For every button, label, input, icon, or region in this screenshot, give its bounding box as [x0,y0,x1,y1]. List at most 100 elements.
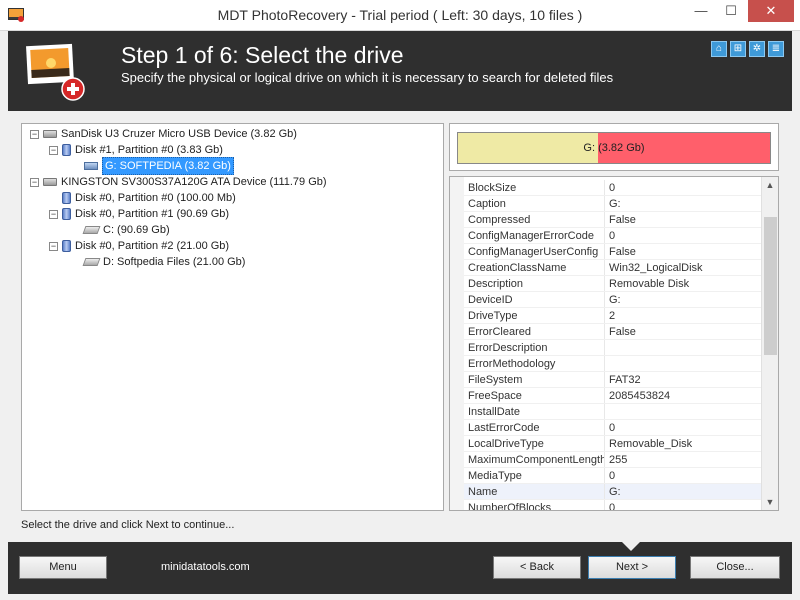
volume-icon [82,258,101,266]
scroll-up-icon[interactable]: ▲ [762,177,778,193]
scroll-thumb[interactable] [764,217,777,355]
table-row[interactable]: NumberOfBlocks 0 [464,500,761,511]
table-row[interactable]: MediaType 0 [464,468,761,484]
table-row[interactable]: Name G: [464,484,761,500]
collapse-icon[interactable]: − [49,209,58,219]
property-value [605,404,761,419]
tree-node-kingston[interactable]: − KINGSTON SV300S37A120G ATA Device (111… [30,174,327,190]
table-row[interactable]: FileSystem FAT32 [464,372,761,388]
property-value: 2 [609,310,616,322]
grid-gutter [450,177,464,510]
tree-node-drive-g[interactable]: G: SOFTPEDIA (3.82 Gb) [84,157,234,175]
tree-node-disk1-part0[interactable]: − Disk #1, Partition #0 (3.83 Gb) [49,142,223,158]
tree-node-label: KINGSTON SV300S37A120G ATA Device (111.7… [61,176,327,188]
property-value: FAT32 [609,374,641,386]
property-value: 0 [609,422,616,434]
tree-node-label: Disk #0, Partition #2 (21.00 Gb) [75,240,230,252]
property-name: ErrorCleared [464,324,605,339]
disk-icon [62,144,71,156]
property-value: 2085453824 [609,390,671,402]
window-title: MDT PhotoRecovery - Trial period ( Left:… [217,7,583,23]
property-value: Removable_Disk [609,438,693,450]
tree-node-label: Disk #1, Partition #0 (3.83 Gb) [75,144,223,156]
property-value: G: [609,486,621,498]
table-row[interactable]: LocalDriveType Removable_Disk [464,436,761,452]
property-value: False [609,214,636,226]
collapse-icon[interactable]: − [49,145,58,155]
wizard-header: Step 1 of 6: Select the drive Specify th… [8,31,792,111]
tree-node-label: G: SOFTPEDIA (3.82 Gb) [102,157,234,175]
property-value: 0 [609,182,616,194]
property-value: G: [609,198,621,210]
table-row[interactable]: BlockSize 0 [464,180,761,196]
property-name: Caption [464,196,605,211]
title-bar: MDT PhotoRecovery - Trial period ( Left:… [0,0,800,31]
next-button[interactable]: Next > [588,556,676,579]
menu-button[interactable]: Menu [19,556,107,579]
drive-usage-bar: G: (3.82 Gb) [457,132,771,164]
table-row[interactable]: LastErrorCode 0 [464,420,761,436]
property-name: Compressed [464,212,605,227]
drive-properties-grid[interactable]: BlockSize 0 Caption G: Compressed False Con… [449,176,779,511]
table-row[interactable]: Description Removable Disk [464,276,761,292]
property-value [605,356,761,371]
table-row[interactable]: CreationClassName Win32_LogicalDisk [464,260,761,276]
usb-volume-icon [84,162,98,170]
home-icon[interactable]: ⌂ [711,41,727,57]
property-value: Win32_LogicalDisk [609,262,703,274]
property-name: MediaType [464,468,605,483]
property-value: Removable Disk [609,278,690,290]
settings-icon[interactable]: ✲ [749,41,765,57]
table-row[interactable]: Compressed False [464,212,761,228]
tree-node-label: D: Softpedia Files (21.00 Gb) [103,256,246,268]
tree-node-drive-d[interactable]: D: Softpedia Files (21.00 Gb) [82,254,246,270]
table-row[interactable]: ConfigManagerUserConfig False [464,244,761,260]
table-row[interactable]: Caption G: [464,196,761,212]
tree-node-drive-c[interactable]: C: (90.69 Gb) [82,222,170,238]
table-row[interactable]: ErrorDescription [464,340,761,356]
maximize-button[interactable]: ☐ [718,0,744,22]
drive-tree[interactable]: − SanDisk U3 Cruzer Micro USB Device (3.… [21,123,444,511]
website-link[interactable]: minidatatools.com [161,561,250,573]
table-row[interactable]: DriveType 2 [464,308,761,324]
property-name: LastErrorCode [464,420,605,435]
collapse-icon[interactable]: − [30,129,39,139]
property-value: 0 [609,230,616,242]
step-title: Step 1 of 6: Select the drive [121,42,404,68]
property-value: False [609,246,636,258]
table-row[interactable]: FreeSpace 2085453824 [464,388,761,404]
back-button[interactable]: < Back [493,556,581,579]
network-icon[interactable]: ⊞ [730,41,746,57]
property-name: Name [464,484,605,499]
disk-icon [62,208,71,220]
table-row[interactable]: DeviceID G: [464,292,761,308]
collapse-icon[interactable]: − [30,177,39,187]
disk-icon [62,192,71,204]
properties-scrollbar[interactable]: ▲ ▼ [761,177,778,510]
table-row[interactable]: MaximumComponentLength 255 [464,452,761,468]
step-subtitle: Specify the physical or logical drive on… [121,70,614,85]
collapse-icon[interactable]: − [49,241,58,251]
info-icon[interactable]: ≣ [768,41,784,57]
close-button[interactable]: Close... [690,556,780,579]
table-row[interactable]: ConfigManagerErrorCode 0 [464,228,761,244]
scroll-down-icon[interactable]: ▼ [762,494,778,510]
tree-node-label: SanDisk U3 Cruzer Micro USB Device (3.82… [61,128,297,140]
tree-node-disk0-part2[interactable]: − Disk #0, Partition #2 (21.00 Gb) [49,238,229,254]
property-value: 0 [609,502,616,511]
table-row[interactable]: InstallDate [464,404,761,420]
property-name: LocalDriveType [464,436,605,451]
disk-icon [62,240,71,252]
property-name: BlockSize [464,180,605,195]
tree-node-disk0-part0[interactable]: Disk #0, Partition #0 (100.00 Mb) [62,190,236,206]
property-value: False [609,326,636,338]
close-window-button[interactable]: ✕ [748,0,794,22]
property-name: Description [464,276,605,291]
tree-node-sandisk[interactable]: − SanDisk U3 Cruzer Micro USB Device (3.… [30,126,297,142]
tree-node-disk0-part1[interactable]: − Disk #0, Partition #1 (90.69 Gb) [49,206,229,222]
table-row[interactable]: ErrorCleared False [464,324,761,340]
table-row[interactable]: ErrorMethodology [464,356,761,372]
tree-node-label: Disk #0, Partition #1 (90.69 Gb) [75,208,230,220]
property-name: NumberOfBlocks [464,500,605,510]
minimize-button[interactable]: — [688,0,714,22]
